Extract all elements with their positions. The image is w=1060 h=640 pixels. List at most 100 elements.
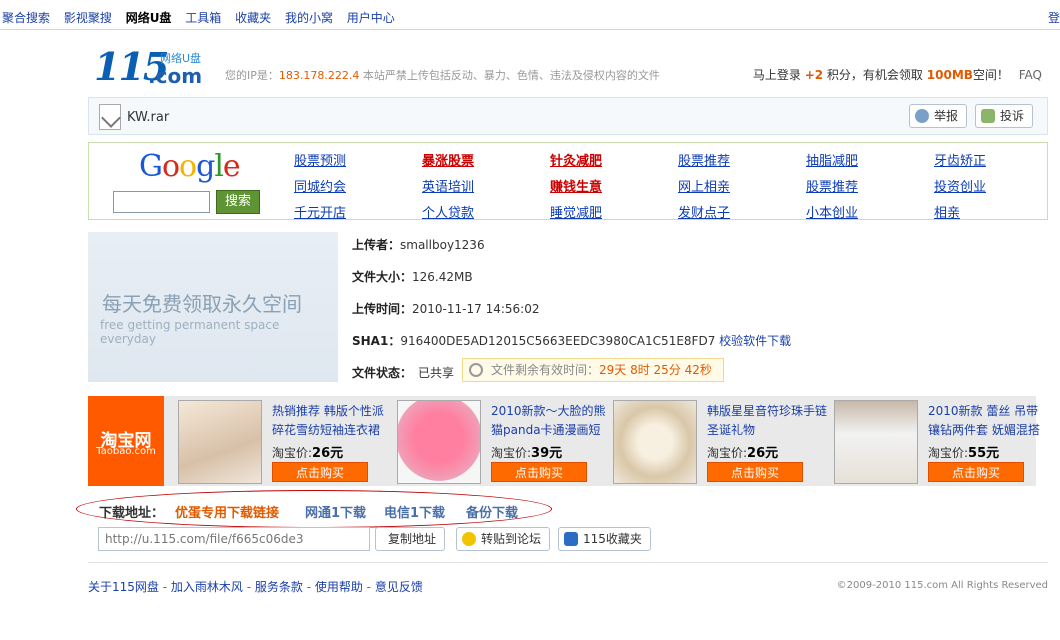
- status-label: 文件状态：: [352, 366, 413, 380]
- product-desc[interactable]: 2010新款～大脸的熊猫panda卡通漫画短: [491, 402, 611, 440]
- copy-url-label: 复制地址: [388, 532, 437, 546]
- download-url-field[interactable]: http://u.115.com/file/f665c06de3: [98, 527, 370, 551]
- ad-link[interactable]: 赚钱生意: [550, 176, 602, 195]
- download-links: 下载地址： 优蛋专用下载链接 网通1下载 电信1下载 备份下载: [76, 490, 552, 528]
- size-label: 文件大小：: [352, 270, 413, 284]
- nav-item-favorites[interactable]: 收藏夹: [235, 11, 271, 25]
- product-desc[interactable]: 2010新款 蕾丝 吊带 镶钻两件套 妩媚混搭: [928, 402, 1048, 440]
- google-search-button[interactable]: 搜索: [216, 190, 260, 214]
- footer-link-about[interactable]: 关于115网盘: [88, 580, 159, 594]
- taobao-ad-strip: 淘宝网 Taobao.com 热销推荐 韩版个性派碎花雪纺短袖连衣裙 淘宝价:2…: [88, 396, 1040, 486]
- buy-button[interactable]: 点击购买: [272, 462, 368, 482]
- nav-item-toolbox[interactable]: 工具箱: [185, 11, 221, 25]
- ad-link[interactable]: 小本创业: [806, 202, 858, 221]
- product-desc[interactable]: 热销推荐 韩版个性派碎花雪纺短袖连衣裙: [272, 402, 392, 440]
- share-forum-button[interactable]: 转贴到论坛: [456, 527, 551, 551]
- ad-link[interactable]: 睡觉减肥: [550, 202, 602, 221]
- promo-subtitle: free getting permanent space everyday: [100, 318, 280, 346]
- nav-item-network-disk[interactable]: 网络U盘: [126, 11, 172, 25]
- edit-icon: [981, 109, 995, 123]
- space-text: 空间！: [972, 68, 1009, 82]
- product-card: 2010新款～大脸的熊猫panda卡通漫画短 淘宝价:39元 点击购买: [397, 400, 612, 484]
- nav-item-aggregate-search[interactable]: 聚合搜索: [2, 11, 50, 25]
- expire-notice: 文件剩余有效时间：29天 8时 25分 42秒: [462, 358, 724, 382]
- top-nav: 聚合搜索 影视聚搜 网络U盘 工具箱 收藏夹 我的小窝 用户中心: [2, 9, 405, 26]
- product-price: 淘宝价:39元: [491, 446, 563, 461]
- file-icon: [99, 104, 121, 130]
- points-text: 积分，有机会领取: [826, 68, 923, 82]
- checksum-tool-link[interactable]: 校验软件下载: [719, 334, 791, 348]
- ad-link[interactable]: 投资创业: [934, 176, 986, 195]
- ad-link[interactable]: 股票推荐: [806, 176, 858, 195]
- nav-item-video-search[interactable]: 影视聚搜: [64, 11, 112, 25]
- buy-button[interactable]: 点击购买: [707, 462, 803, 482]
- clock-icon: [469, 363, 483, 377]
- product-image[interactable]: [613, 400, 697, 484]
- nav-item-my-home[interactable]: 我的小窝: [285, 11, 333, 25]
- time-row: 上传时间：2010-11-17 14:56:02: [352, 300, 539, 317]
- ad-link[interactable]: 股票预测: [294, 150, 346, 169]
- google-search-input[interactable]: [113, 191, 210, 213]
- ad-link[interactable]: 个人贷款: [422, 202, 474, 221]
- ad-link[interactable]: 千元开店: [294, 202, 346, 221]
- product-card: 热销推荐 韩版个性派碎花雪纺短袖连衣裙 淘宝价:26元 点击购买: [178, 400, 393, 484]
- ad-link[interactable]: 网上相亲: [678, 176, 730, 195]
- file-name: KW.rar: [127, 110, 170, 125]
- product-price: 淘宝价:26元: [707, 446, 779, 461]
- ad-link[interactable]: 暴涨股票: [422, 150, 474, 169]
- ip-label: 您的IP是：: [225, 69, 279, 82]
- login-link[interactable]: 马上登录: [753, 68, 801, 82]
- fav-button[interactable]: 115收藏夹: [558, 527, 651, 551]
- taobao-logo[interactable]: 淘宝网 Taobao.com: [88, 396, 164, 486]
- login-link-edge[interactable]: 登: [1048, 9, 1060, 26]
- product-image[interactable]: [178, 400, 262, 484]
- complain-label: 投诉: [1000, 109, 1025, 123]
- ad-link[interactable]: 相亲: [934, 202, 960, 221]
- ad-link[interactable]: 针灸减肥: [550, 150, 602, 169]
- fav-115-icon: [564, 532, 578, 546]
- sha1-label: SHA1：: [352, 334, 401, 348]
- file-size: 126.42MB: [412, 270, 473, 284]
- footer-link-join[interactable]: 加入雨林木风: [171, 580, 243, 594]
- copy-url-button[interactable]: 复制地址: [375, 527, 446, 551]
- ad-link[interactable]: 同城约会: [294, 176, 346, 195]
- footer-link-help[interactable]: 使用帮助: [315, 580, 363, 594]
- telecom-download-link[interactable]: 电信1下载: [384, 502, 445, 521]
- expire-label: 文件剩余有效时间：: [491, 363, 600, 377]
- footer-link-feedback[interactable]: 意见反馈: [375, 580, 423, 594]
- site-logo[interactable]: 115 网络U盘 .com: [94, 44, 214, 89]
- complain-button[interactable]: 投诉: [975, 104, 1034, 128]
- buy-button[interactable]: 点击购买: [928, 462, 1024, 482]
- backup-download-link[interactable]: 备份下载: [466, 502, 518, 521]
- eye-icon: [915, 109, 929, 123]
- footer-link-terms[interactable]: 服务条款: [255, 580, 303, 594]
- uploader-row: 上传者：smallboy1236: [352, 236, 485, 253]
- ad-link[interactable]: 牙齿矫正: [934, 150, 986, 169]
- free-space-promo[interactable]: 每天免费领取永久空间 free getting permanent space …: [88, 232, 338, 382]
- ad-link[interactable]: 英语培训: [422, 176, 474, 195]
- file-header-bar: KW.rar 举报 投诉: [88, 97, 1048, 135]
- google-ad-box: Google 搜索 股票预测 暴涨股票 针灸减肥 股票推荐 抽脂减肥 牙齿矫正 …: [88, 142, 1048, 221]
- ad-link[interactable]: 抽脂减肥: [806, 150, 858, 169]
- faq-link[interactable]: FAQ: [1019, 68, 1042, 82]
- fav-label: 115收藏夹: [583, 532, 642, 546]
- product-image[interactable]: [397, 400, 481, 484]
- sha1-row: SHA1：916400DE5AD12015C5663EEDC3980CA1C51…: [352, 332, 791, 349]
- ad-link[interactable]: 股票推荐: [678, 150, 730, 169]
- report-button[interactable]: 举报: [909, 104, 968, 128]
- content-notice: 本站严禁上传包括反动、暴力、色情、违法及侵权内容的文件: [359, 69, 660, 82]
- ad-link[interactable]: 发财点子: [678, 202, 730, 221]
- udan-download-link[interactable]: 优蛋专用下载链接: [175, 502, 279, 521]
- promo-title: 每天免费领取永久空间: [102, 292, 302, 316]
- netcom-download-link[interactable]: 网通1下载: [305, 502, 366, 521]
- nav-item-user-center[interactable]: 用户中心: [347, 11, 395, 25]
- product-card: 韩版星星音符珍珠手链圣诞礼物 淘宝价:26元 点击购买: [613, 400, 828, 484]
- share-forum-label: 转贴到论坛: [481, 532, 542, 546]
- space-bonus: 100MB: [926, 68, 973, 82]
- top-nav-bar: 聚合搜索 影视聚搜 网络U盘 工具箱 收藏夹 我的小窝 用户中心 登: [0, 0, 1060, 30]
- product-desc[interactable]: 韩版星星音符珍珠手链圣诞礼物: [707, 402, 827, 440]
- product-image[interactable]: [834, 400, 918, 484]
- points-bonus: +2: [804, 68, 824, 82]
- time-label: 上传时间：: [352, 302, 413, 316]
- buy-button[interactable]: 点击购买: [491, 462, 587, 482]
